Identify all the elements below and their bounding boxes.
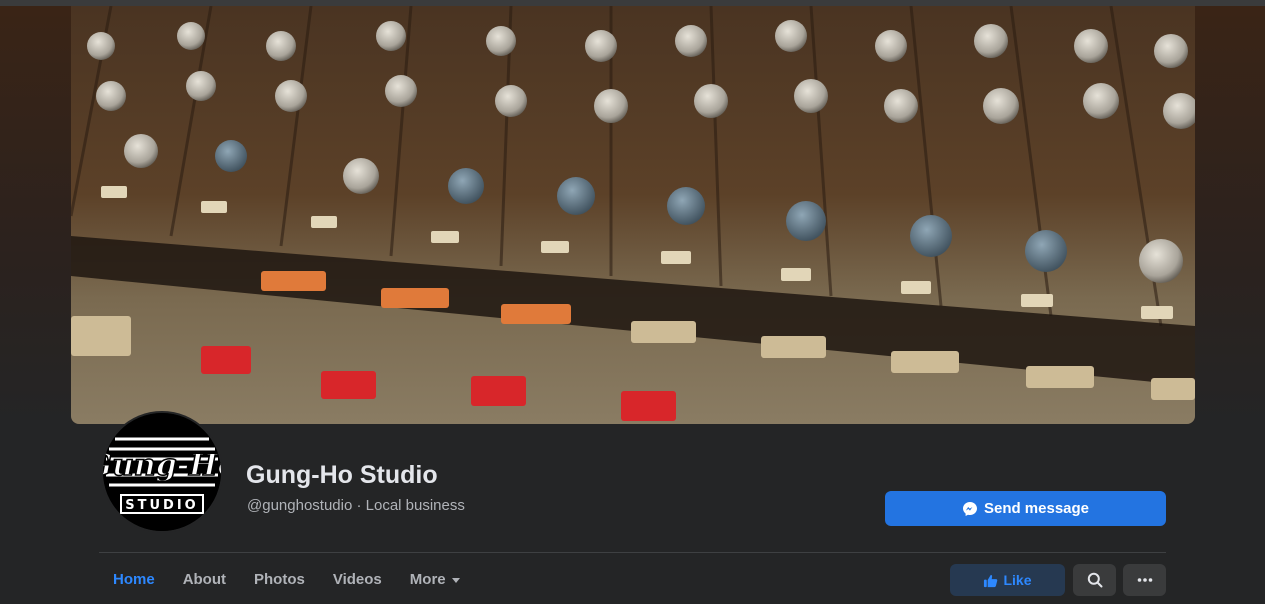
tab-photos[interactable]: Photos	[240, 560, 319, 600]
tab-more-label: More	[409, 571, 446, 588]
tab-more[interactable]: More	[396, 560, 474, 600]
send-message-label: Send message	[983, 500, 1090, 517]
tab-videos-label: Videos	[332, 571, 382, 588]
gung-ho-logo: Gung-Ho STUDIO	[103, 413, 221, 531]
page-title[interactable]: Gung-Ho Studio	[246, 461, 438, 490]
search-button[interactable]	[1073, 564, 1116, 596]
like-label: Like	[1003, 572, 1032, 588]
send-message-button[interactable]: Send message	[885, 491, 1166, 526]
mixing-console-image	[71, 6, 1195, 424]
tab-home-label: Home	[113, 571, 155, 588]
svg-text:Gung-Ho: Gung-Ho	[103, 448, 221, 483]
tab-about[interactable]: About	[169, 560, 240, 600]
tab-photos-label: Photos	[254, 571, 305, 588]
page-handle-category: @gunghostudio · Local business	[247, 497, 465, 514]
thumbs-up-icon	[983, 573, 998, 588]
more-options-button[interactable]	[1123, 564, 1166, 596]
caret-down-icon	[451, 578, 460, 583]
tab-about-label: About	[182, 571, 227, 588]
page-tabs: Home About Photos Videos More	[99, 560, 474, 600]
ellipsis-icon	[1137, 577, 1153, 583]
header-divider	[99, 552, 1166, 553]
like-button[interactable]: Like	[950, 564, 1065, 596]
page-avatar[interactable]: Gung-Ho STUDIO	[101, 411, 223, 533]
tab-home[interactable]: Home	[99, 560, 169, 600]
search-icon	[1087, 572, 1103, 588]
svg-text:STUDIO: STUDIO	[125, 498, 198, 513]
messenger-icon	[962, 501, 978, 517]
tab-videos[interactable]: Videos	[319, 560, 396, 600]
cover-photo[interactable]	[71, 6, 1195, 424]
